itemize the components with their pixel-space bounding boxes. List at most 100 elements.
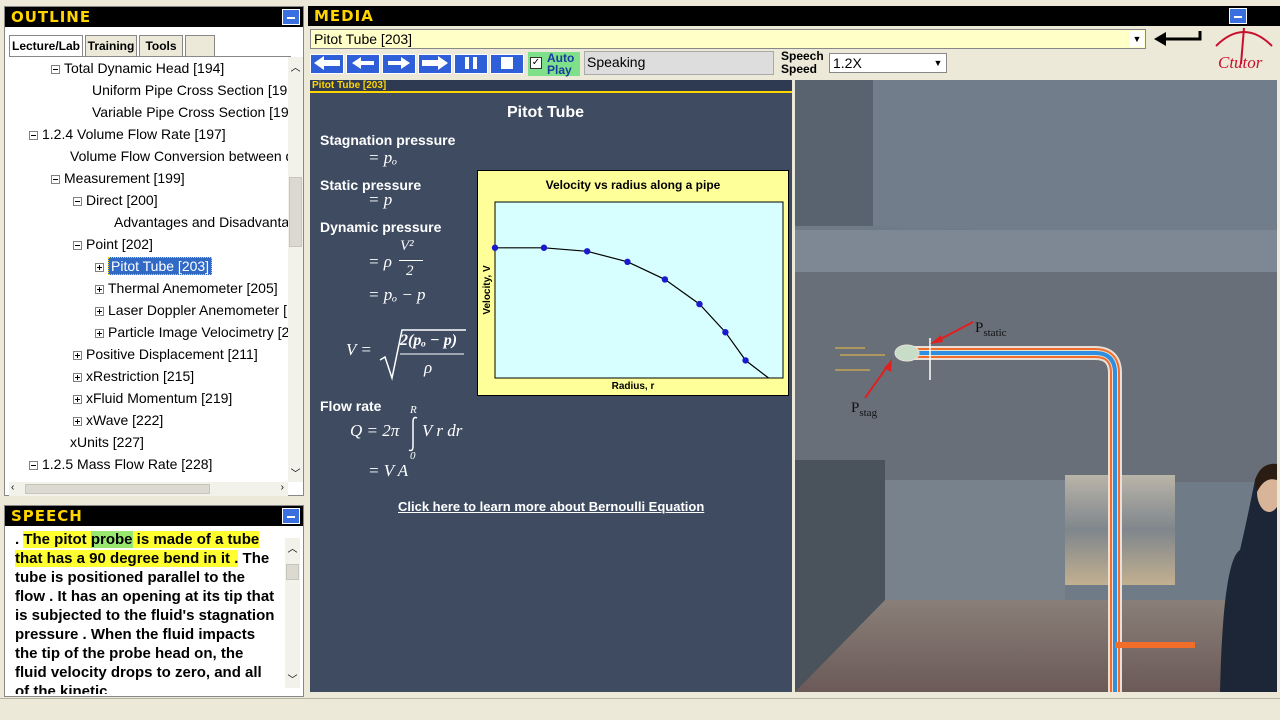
outline-vertical-scrollbar[interactable]: ︿ ﹀ <box>288 57 303 482</box>
scroll-down-icon[interactable]: ﹀ <box>288 465 303 480</box>
expand-icon[interactable] <box>73 394 82 404</box>
chart-svg: Velocity vs radius along a pipe Radius, r… <box>482 178 784 392</box>
speech-minimize-button[interactable] <box>282 508 300 524</box>
scroll-down-icon[interactable]: ﹀ <box>285 671 300 686</box>
data-point <box>722 329 729 336</box>
tab-empty[interactable] <box>185 35 215 57</box>
tab-training[interactable]: Training <box>85 35 137 57</box>
expand-icon[interactable] <box>73 372 82 382</box>
scroll-thumb[interactable] <box>289 177 302 247</box>
arrow-left-icon <box>352 57 374 69</box>
tree-item[interactable]: Variable Pipe Cross Section [196 <box>92 101 289 123</box>
tree-item[interactable]: Positive Displacement [211] <box>73 343 258 365</box>
velocity-equation-lhs: V = <box>346 340 372 359</box>
dynamic-equation-denominator: 2 <box>406 263 414 279</box>
first-slide-button[interactable] <box>310 54 344 74</box>
tree-item[interactable]: Measurement [199] <box>51 167 185 189</box>
status-field: Speaking <box>584 51 774 75</box>
tree-item[interactable]: Total Dynamic Head [194] <box>51 57 224 79</box>
scene-svg: Pstatic Pstag <box>795 80 1277 692</box>
stagnation-equation: = pₒ <box>368 148 398 167</box>
tree-item[interactable]: 1.2.4 Volume Flow Rate [197] <box>29 123 226 145</box>
expand-icon[interactable] <box>95 262 104 272</box>
expand-icon[interactable] <box>73 350 82 360</box>
outline-tree: Total Dynamic Head [194] Uniform Pipe Cr… <box>9 57 289 482</box>
tab-tools[interactable]: Tools <box>139 35 183 57</box>
previous-button[interactable] <box>346 54 380 74</box>
pause-button[interactable] <box>454 54 488 74</box>
tree-item[interactable]: Direct [200] <box>73 189 158 211</box>
tree-item[interactable]: xFluid Momentum [219] <box>73 387 232 409</box>
slide-select[interactable]: Pitot Tube [203] ▼ <box>310 29 1146 49</box>
arrow-right-icon <box>388 57 410 69</box>
tree-item[interactable]: Advantages and Disadvantag <box>114 211 289 233</box>
tree-item[interactable]: Point [202] <box>73 233 153 255</box>
slide-content: Pitot Tube [203] Pitot Tube Stagnation p… <box>310 80 792 692</box>
scroll-up-icon[interactable]: ︿ <box>288 59 303 74</box>
speech-speed-label: Speech Speed <box>781 49 824 76</box>
flow-equation: Q = 2π <box>350 421 400 440</box>
return-arrow-icon[interactable] <box>1150 27 1205 49</box>
auto-play-toggle[interactable]: ✓ Auto Play <box>528 52 580 76</box>
tree-item[interactable]: Particle Image Velocimetry [2 <box>95 321 289 343</box>
checkbox-checked-icon[interactable]: ✓ <box>530 57 542 69</box>
data-point <box>696 300 703 308</box>
arrow-left-icon <box>314 56 340 70</box>
chevron-down-icon[interactable]: ▼ <box>931 55 945 71</box>
flow-equation-2: = V A <box>368 461 409 480</box>
tree-item-selected[interactable]: Pitot Tube [203] <box>95 255 213 277</box>
arrow-right-icon <box>422 56 448 70</box>
collapse-icon[interactable] <box>29 460 38 470</box>
next-button[interactable] <box>382 54 416 74</box>
tree-item[interactable]: Volume Flow Conversion between d <box>70 145 289 167</box>
tree-item[interactable]: xWave [222] <box>73 409 163 431</box>
integral-upper-limit: R <box>410 404 417 416</box>
collapse-icon[interactable] <box>29 130 38 140</box>
media-minimize-button[interactable] <box>1229 8 1247 24</box>
tree-item[interactable]: Uniform Pipe Cross Section [195 <box>92 79 289 101</box>
speech-speed-select[interactable]: 1.2X ▼ <box>829 53 947 73</box>
collapse-icon[interactable] <box>51 174 60 184</box>
stop-button[interactable] <box>490 54 524 74</box>
dynamic-equation-numerator: V² <box>400 238 414 254</box>
speech-panel: SPEECH . The pitot probe is made of a tu… <box>4 505 304 697</box>
media-titlebar: MEDIA <box>308 6 1280 26</box>
tree-item[interactable]: 1.2.5 Mass Flow Rate [228] <box>29 453 212 475</box>
velocity-chart: Velocity vs radius along a pipe Radius, r… <box>477 170 789 396</box>
stagnation-label: Stagnation pressure <box>320 132 456 148</box>
scroll-up-icon[interactable]: ︿ <box>285 540 300 555</box>
integral-symbol <box>408 416 418 452</box>
collapse-icon[interactable] <box>73 196 82 206</box>
collapse-icon[interactable] <box>73 240 82 250</box>
tree-item[interactable]: xUnits [227] <box>70 431 144 453</box>
tree-item[interactable]: Thermal Anemometer [205] <box>95 277 278 299</box>
dynamic-equation-2: = pₒ − p <box>368 285 426 304</box>
scroll-left-icon[interactable]: ‹ <box>11 482 14 493</box>
collapse-icon[interactable] <box>51 64 60 74</box>
tree-item[interactable]: Laser Doppler Anemometer [ <box>95 299 287 321</box>
expand-icon[interactable] <box>73 416 82 426</box>
scroll-right-icon[interactable]: › <box>281 482 284 493</box>
scroll-thumb[interactable] <box>286 564 299 580</box>
logo-text: Ctutor <box>1218 53 1263 72</box>
last-slide-button[interactable] <box>418 54 452 74</box>
tree-item[interactable]: xRestriction [215] <box>73 365 194 387</box>
speech-scrollbar[interactable]: ︿ ﹀ <box>285 538 300 688</box>
integral-lower-limit: 0 <box>410 450 416 462</box>
ctutor-logo: Ctutor <box>1208 24 1280 76</box>
pitot-tube-scene: Pstatic Pstag <box>795 80 1277 692</box>
outline-horizontal-scrollbar[interactable]: ‹ › <box>9 482 288 496</box>
data-point <box>661 276 669 283</box>
bernoulli-link[interactable]: Click here to learn more about Bernoulli… <box>398 499 704 514</box>
expand-icon[interactable] <box>95 284 104 294</box>
tab-lecture-lab[interactable]: Lecture/Lab <box>9 35 83 57</box>
velocity-equation-denominator: ρ <box>424 358 433 377</box>
media-title: MEDIA <box>308 6 1280 26</box>
dynamic-equation-rho: = ρ <box>368 252 392 271</box>
expand-icon[interactable] <box>95 328 104 338</box>
scroll-thumb[interactable] <box>25 484 210 494</box>
expand-icon[interactable] <box>95 306 104 316</box>
outline-minimize-button[interactable] <box>282 9 300 25</box>
chart-title: Velocity vs radius along a pipe <box>546 178 721 192</box>
chevron-down-icon[interactable]: ▼ <box>1130 31 1144 47</box>
